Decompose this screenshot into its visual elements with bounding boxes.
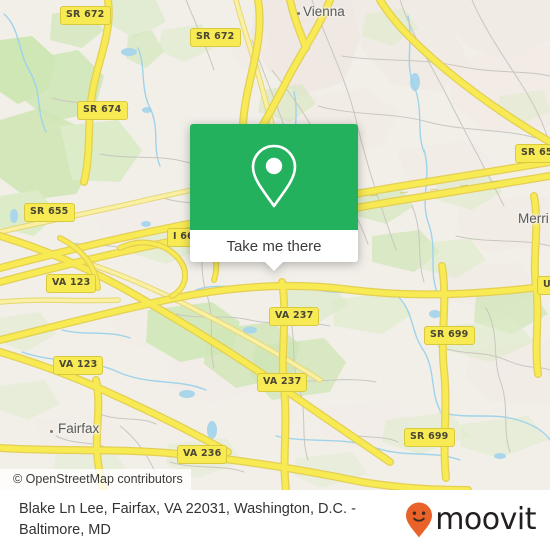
- road-shield-va123-north: VA 123: [46, 274, 97, 293]
- place-label-merrifield: Merri: [518, 211, 549, 226]
- footer-bar: Blake Ln Lee, Fairfax, VA 22031, Washing…: [0, 490, 550, 550]
- moovit-map-screenshot: .road-major-case { stroke:#e3cf54; fill:…: [0, 0, 550, 550]
- take-me-there-label: Take me there: [226, 237, 322, 255]
- moovit-brand[interactable]: moovit: [404, 501, 550, 539]
- road-shield-sr672-north: SR 672: [60, 6, 111, 25]
- osm-attribution[interactable]: © OpenStreetMap contributors: [0, 469, 191, 490]
- location-popup-card[interactable]: Take me there: [190, 124, 358, 271]
- road-shield-sr699-north: SR 699: [424, 326, 475, 345]
- map-pin-icon: [251, 144, 297, 208]
- road-shield-sr655: SR 655: [24, 203, 75, 222]
- moovit-wordmark: moovit: [435, 502, 536, 537]
- road-shield-us-clipped: U: [537, 276, 550, 295]
- map-canvas[interactable]: .road-major-case { stroke:#e3cf54; fill:…: [0, 0, 550, 490]
- road-shield-va236: VA 236: [177, 445, 228, 464]
- road-shield-va237-north: VA 237: [269, 307, 320, 326]
- place-label-fairfax: Fairfax: [58, 421, 100, 436]
- popup-footer[interactable]: Take me there: [190, 230, 358, 271]
- place-dot-fairfax: [50, 430, 53, 433]
- place-dot-vienna: [297, 12, 300, 15]
- road-shield-sr672-east: SR 672: [190, 28, 241, 47]
- road-shield-sr650-clipped: SR 65: [515, 144, 550, 163]
- road-shield-va123-south: VA 123: [53, 356, 104, 375]
- place-label-vienna: Vienna: [303, 4, 345, 19]
- road-shield-va237-south: VA 237: [257, 373, 308, 392]
- popup-header: [190, 124, 358, 230]
- location-description: Blake Ln Lee, Fairfax, VA 22031, Washing…: [19, 500, 356, 538]
- popup-pointer-tail: [265, 262, 283, 271]
- moovit-pin-smile-icon: [406, 502, 433, 538]
- road-shield-sr699-south: SR 699: [404, 428, 455, 447]
- road-shield-sr674: SR 674: [77, 101, 128, 120]
